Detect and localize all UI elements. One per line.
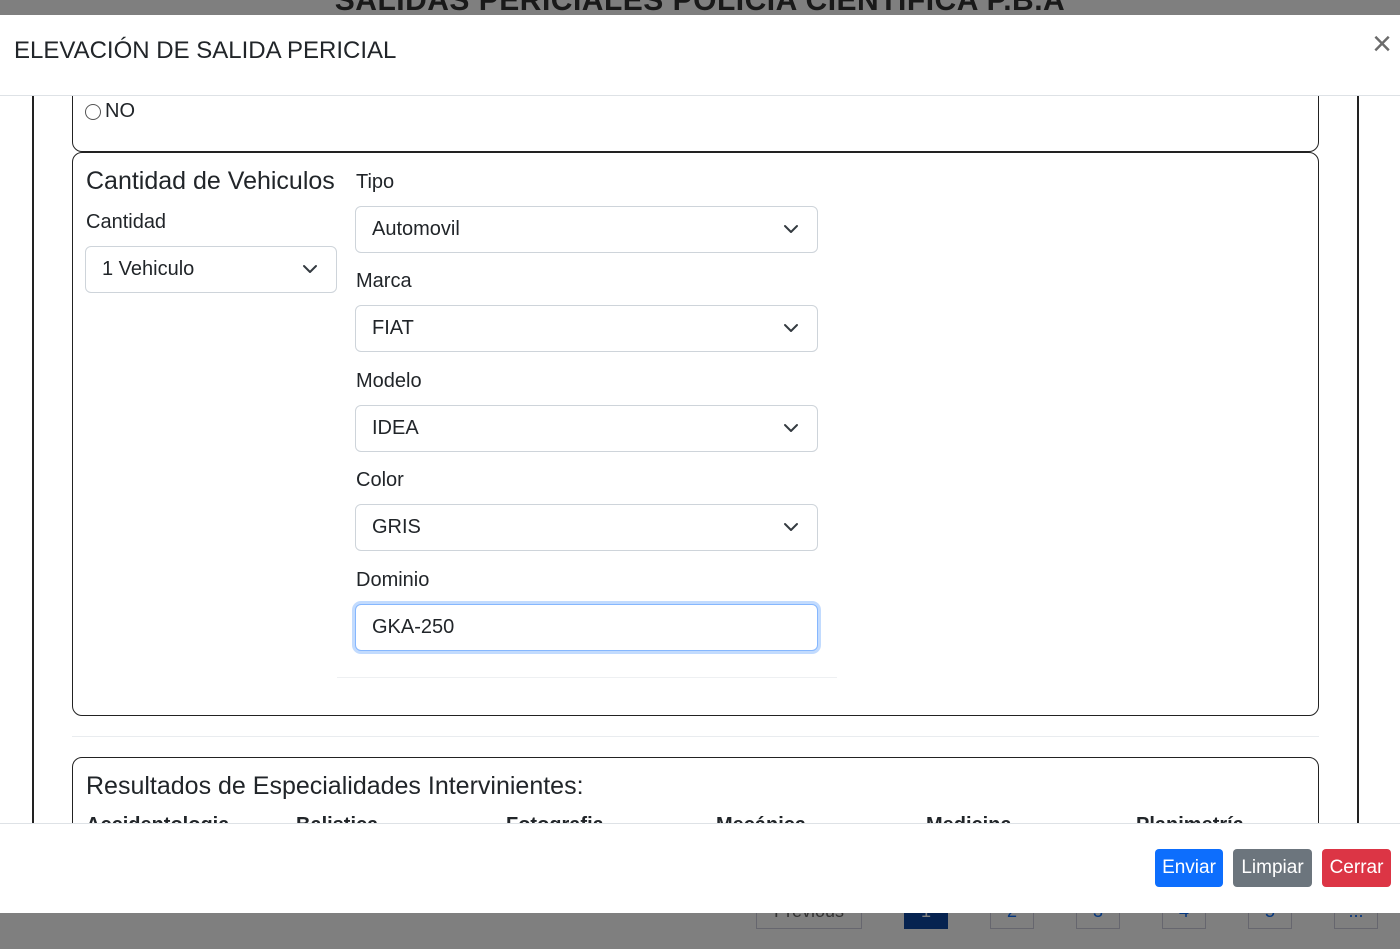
results-columns: Accidentologia Balistica Fotografia Mecá… bbox=[86, 814, 1346, 823]
modelo-select[interactable]: IDEA bbox=[355, 405, 818, 452]
radio-label-no: NO bbox=[105, 100, 135, 122]
limpiar-button[interactable]: Limpiar bbox=[1233, 849, 1312, 887]
cerrar-button[interactable]: Cerrar bbox=[1322, 849, 1391, 887]
chevron-down-icon bbox=[784, 523, 798, 531]
results-column: Medicina bbox=[926, 814, 1136, 823]
chevron-down-icon bbox=[303, 265, 317, 273]
tipo-label: Tipo bbox=[356, 171, 395, 193]
close-icon[interactable]: × bbox=[1366, 27, 1398, 61]
divider bbox=[337, 677, 837, 678]
marca-select[interactable]: FIAT bbox=[355, 305, 818, 352]
results-section-title: Resultados de Especialidades Intervinien… bbox=[86, 772, 584, 800]
vehicles-card: Cantidad de Vehiculos Cantidad 1 Vehicul… bbox=[72, 152, 1319, 716]
results-column: Fotografia bbox=[506, 814, 716, 823]
chevron-down-icon bbox=[784, 324, 798, 332]
dominio-input[interactable]: GKA-250 bbox=[355, 604, 818, 651]
radio-card: NO bbox=[72, 96, 1319, 152]
modal-body[interactable]: NO Cantidad de Vehiculos Cantidad 1 Vehi… bbox=[0, 96, 1400, 823]
modelo-select-value: IDEA bbox=[372, 417, 419, 439]
enviar-button[interactable]: Enviar bbox=[1155, 849, 1223, 887]
modal-title: ELEVACIÓN DE SALIDA PERICIAL bbox=[14, 37, 397, 64]
results-column: Balistica bbox=[296, 814, 506, 823]
color-select-value: GRIS bbox=[372, 516, 421, 538]
results-column: Planimetría bbox=[1136, 814, 1346, 823]
results-column: Accidentologia bbox=[86, 814, 296, 823]
chevron-down-icon bbox=[784, 225, 798, 233]
marca-label: Marca bbox=[356, 270, 412, 292]
modal-header: ELEVACIÓN DE SALIDA PERICIAL × bbox=[0, 15, 1400, 96]
cantidad-select[interactable]: 1 Vehiculo bbox=[85, 246, 337, 293]
color-label: Color bbox=[356, 469, 404, 491]
vehicles-section-title: Cantidad de Vehiculos bbox=[86, 167, 335, 195]
dominio-label: Dominio bbox=[356, 569, 430, 591]
results-column: Mecánica bbox=[716, 814, 926, 823]
results-card: Resultados de Especialidades Intervinien… bbox=[72, 757, 1319, 823]
modal-footer: Enviar Limpiar Cerrar bbox=[0, 823, 1400, 913]
chevron-down-icon bbox=[784, 424, 798, 432]
cantidad-label: Cantidad bbox=[86, 211, 167, 233]
color-select[interactable]: GRIS bbox=[355, 504, 818, 551]
tipo-select[interactable]: Automovil bbox=[355, 206, 818, 253]
modal-dialog: ELEVACIÓN DE SALIDA PERICIAL × NO Cantid… bbox=[0, 15, 1400, 913]
marca-select-value: FIAT bbox=[372, 317, 414, 339]
radio-option-no[interactable]: NO bbox=[85, 100, 135, 123]
radio-button-no[interactable] bbox=[85, 103, 101, 120]
modelo-label: Modelo bbox=[356, 370, 422, 392]
divider bbox=[72, 736, 1319, 737]
cantidad-select-value: 1 Vehiculo bbox=[102, 258, 195, 280]
dominio-input-value: GKA-250 bbox=[372, 616, 455, 638]
tipo-select-value: Automovil bbox=[372, 218, 460, 240]
